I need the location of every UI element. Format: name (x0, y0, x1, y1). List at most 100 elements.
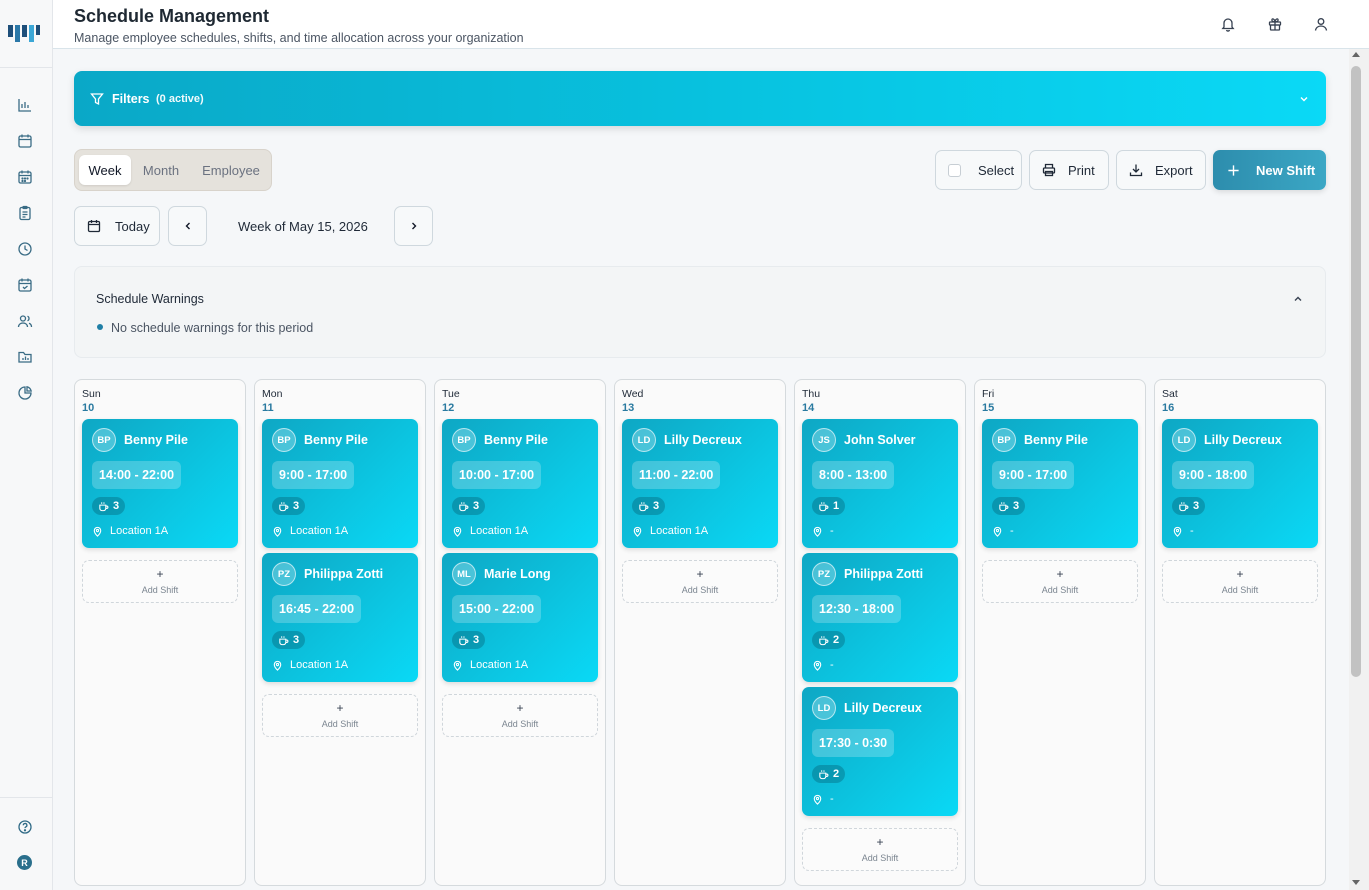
break-count-badge: 3 (452, 497, 486, 515)
printer-icon (1042, 163, 1056, 177)
break-count: 3 (293, 500, 300, 512)
shift-card[interactable]: PZ Philippa Zotti 12:30 - 18:00 2 - (802, 553, 958, 682)
next-week-button[interactable] (394, 206, 433, 246)
chevron-down-icon[interactable] (1298, 93, 1310, 105)
add-shift-button[interactable]: + Add Shift (802, 828, 958, 871)
view-month-tab[interactable]: Month (135, 155, 187, 185)
schedule-warnings-panel: Schedule Warnings No schedule warnings f… (74, 266, 1326, 358)
day-column-wed: Wed 13 LD Lilly Decreux 11:00 - 22:00 3 Locati… (614, 379, 786, 886)
day-column-sat: Sat 16 LD Lilly Decreux 9:00 - 18:00 3 - + Add S… (1154, 379, 1326, 886)
day-date: 16 (1162, 402, 1175, 414)
shift-location: Location 1A (632, 525, 708, 537)
bar-chart-icon[interactable] (17, 97, 33, 113)
scroll-up-arrow[interactable] (1352, 52, 1360, 57)
day-column-fri: Fri 15 BP Benny Pile 9:00 - 17:00 3 - + Add Shif… (974, 379, 1146, 886)
shift-location: Location 1A (272, 659, 348, 671)
shift-time: 9:00 - 18:00 (1172, 461, 1255, 489)
map-pin-icon (272, 526, 290, 537)
select-label: Select (978, 162, 1015, 178)
user-icon[interactable] (1313, 16, 1329, 32)
break-count: 2 (833, 768, 840, 780)
shift-card[interactable]: BP Benny Pile 10:00 - 17:00 3 Location 1A (442, 419, 598, 548)
break-count: 3 (113, 500, 120, 512)
clock-icon[interactable] (17, 241, 33, 257)
employee-name: Philippa Zotti (304, 567, 384, 581)
break-count-badge: 3 (272, 631, 306, 649)
shift-time: 15:00 - 22:00 (452, 595, 542, 623)
location-label: - (830, 793, 834, 805)
shift-card[interactable]: LD Lilly Decreux 9:00 - 18:00 3 - (1162, 419, 1318, 548)
shift-location: Location 1A (272, 525, 348, 537)
shift-card[interactable]: PZ Philippa Zotti 16:45 - 22:00 3 Location 1… (262, 553, 418, 682)
print-button[interactable]: Print (1029, 150, 1109, 190)
break-count-badge: 3 (452, 631, 486, 649)
help-icon[interactable] (17, 819, 33, 835)
calendar-grid-icon[interactable] (17, 169, 33, 185)
employee-avatar: BP (992, 428, 1016, 452)
add-shift-button[interactable]: + Add Shift (622, 560, 778, 603)
plus-icon: + (156, 567, 164, 581)
view-employee-tab[interactable]: Employee (195, 155, 267, 185)
coffee-icon (458, 501, 473, 512)
chevron-up-icon[interactable] (1292, 293, 1304, 305)
scroll-down-arrow[interactable] (1352, 880, 1360, 885)
location-label: - (830, 659, 834, 671)
shift-time: 17:30 - 0:30 (812, 729, 895, 757)
shift-card[interactable]: LD Lilly Decreux 11:00 - 22:00 3 Location 1A (622, 419, 778, 548)
employee-name: Philippa Zotti (844, 567, 924, 581)
shift-card[interactable]: BP Benny Pile 9:00 - 17:00 3 - (982, 419, 1138, 548)
coffee-icon (998, 501, 1013, 512)
users-icon[interactable] (17, 313, 33, 329)
shift-card[interactable]: BP Benny Pile 14:00 - 22:00 3 Location 1A (82, 419, 238, 548)
gift-icon[interactable] (1267, 16, 1283, 32)
page-subtitle: Manage employee schedules, shifts, and t… (74, 31, 524, 45)
shift-card[interactable]: ML Marie Long 15:00 - 22:00 3 Location 1A (442, 553, 598, 682)
map-pin-icon (272, 660, 290, 671)
add-shift-button[interactable]: + Add Shift (982, 560, 1138, 603)
break-count: 3 (653, 500, 660, 512)
select-checkbox[interactable] (948, 163, 961, 177)
shift-card[interactable]: JS John Solver 8:00 - 13:00 1 - (802, 419, 958, 548)
calendar-icon[interactable] (17, 133, 33, 149)
break-count-badge: 3 (1172, 497, 1206, 515)
map-pin-icon (1172, 526, 1190, 537)
filters-bar[interactable]: Filters (0 active) (74, 71, 1326, 126)
shift-time: 9:00 - 17:00 (272, 461, 355, 489)
calendar-check-icon[interactable] (17, 277, 33, 293)
clipboard-icon[interactable] (17, 205, 33, 221)
scrollbar-thumb[interactable] (1351, 66, 1361, 677)
select-button[interactable]: Select (935, 150, 1022, 190)
warnings-message: No schedule warnings for this period (111, 321, 314, 335)
day-column-tue: Tue 12 BP Benny Pile 10:00 - 17:00 3 Location … (434, 379, 606, 886)
sidebar: R (0, 0, 53, 890)
previous-week-button[interactable] (168, 206, 207, 246)
shift-card[interactable]: BP Benny Pile 9:00 - 17:00 3 Location 1A (262, 419, 418, 548)
day-name: Sun (82, 388, 101, 400)
today-button[interactable]: Today (74, 206, 160, 246)
user-avatar[interactable]: R (17, 855, 32, 870)
map-pin-icon (92, 526, 110, 537)
shift-location: - (812, 659, 834, 671)
company-logo[interactable] (8, 20, 40, 42)
export-button[interactable]: Export (1116, 150, 1206, 190)
view-week-tab[interactable]: Week (79, 155, 131, 185)
add-shift-button[interactable]: + Add Shift (82, 560, 238, 603)
employee-avatar: LD (1172, 428, 1196, 452)
break-count: 3 (1193, 500, 1200, 512)
bell-icon[interactable] (1220, 16, 1236, 32)
break-count-badge: 3 (992, 497, 1026, 515)
shift-location: - (1172, 525, 1194, 537)
add-shift-button[interactable]: + Add Shift (442, 694, 598, 737)
shift-card[interactable]: LD Lilly Decreux 17:30 - 0:30 2 - (802, 687, 958, 816)
break-count: 3 (473, 500, 480, 512)
add-shift-label: Add Shift (141, 585, 179, 595)
today-label: Today (115, 218, 150, 234)
plus-icon: + (696, 567, 704, 581)
new-shift-button[interactable]: New Shift (1213, 150, 1326, 190)
add-shift-button[interactable]: + Add Shift (262, 694, 418, 737)
add-shift-button[interactable]: + Add Shift (1162, 560, 1318, 603)
pie-chart-icon[interactable] (17, 385, 33, 401)
day-name: Mon (262, 388, 283, 400)
folder-chart-icon[interactable] (17, 349, 33, 365)
chevron-right-icon (411, 222, 416, 230)
